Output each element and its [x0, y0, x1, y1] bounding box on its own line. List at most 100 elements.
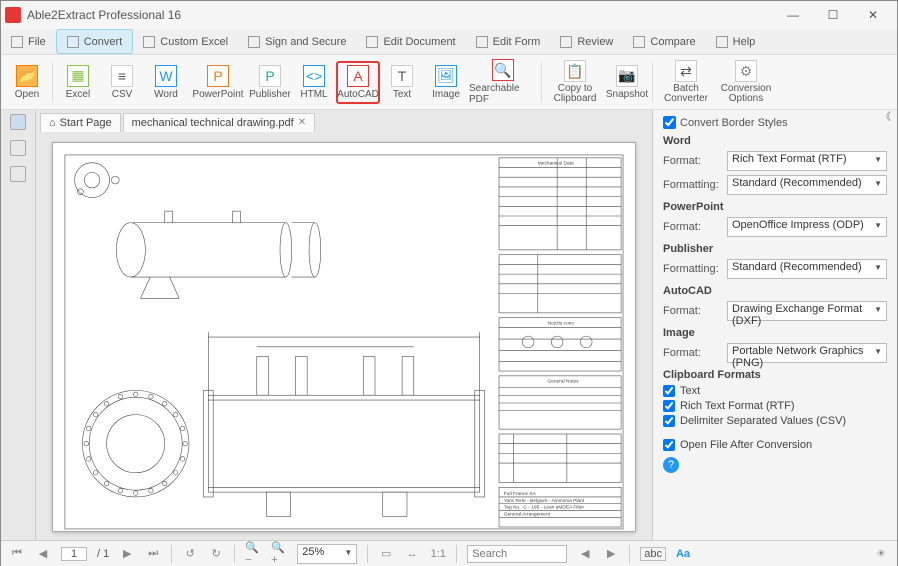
whole-word-button[interactable]: abc	[640, 547, 666, 561]
clipboard-icon: 📋	[564, 60, 586, 82]
thumbnails-icon[interactable]	[10, 114, 26, 130]
page-total: / 1	[97, 548, 109, 560]
section-powerpoint: PowerPoint	[663, 201, 887, 213]
theme-button[interactable]: ☀	[873, 546, 889, 562]
section-word: Word	[663, 135, 887, 147]
convert-borders-checkbox[interactable]	[663, 116, 676, 129]
close-button[interactable]: ✕	[853, 3, 893, 27]
html-icon: <>	[303, 65, 325, 87]
svg-text:Full France SA: Full France SA	[504, 491, 537, 497]
left-rail	[1, 110, 36, 540]
page-1: Mechanical Data Nozzle conn	[52, 142, 636, 532]
technical-drawing: Mechanical Data Nozzle conn	[63, 153, 625, 531]
csv-icon: ≡	[111, 65, 133, 87]
section-image: Image	[663, 327, 887, 339]
svg-text:Tag No.: G - 195 - Lean aMDEA: Tag No.: G - 195 - Lean aMDEA Filter	[504, 505, 585, 511]
home-icon: ⌂	[49, 117, 56, 129]
word-formatting-select[interactable]: Standard (Recommended)	[727, 175, 887, 195]
close-icon[interactable]: ✕	[298, 117, 306, 128]
excel-button[interactable]: ▦Excel	[56, 62, 100, 103]
menubar: File Convert Custom Excel Sign and Secur…	[1, 29, 897, 55]
actual-size-button[interactable]: 1:1	[430, 546, 446, 562]
bookmarks-icon[interactable]	[10, 140, 26, 156]
csv-button[interactable]: ≡CSV	[100, 62, 144, 103]
section-clipboard: Clipboard Formats	[663, 369, 887, 381]
menu-edit-document[interactable]: Edit Document	[356, 29, 465, 54]
toolbar: 📂Open ▦Excel ≡CSV WWord PPowerPoint PPub…	[1, 55, 897, 110]
options-button[interactable]: ⚙Conversion Options	[716, 57, 776, 107]
menu-sign-secure[interactable]: Sign and Secure	[238, 29, 356, 54]
menu-help[interactable]: Help	[706, 29, 766, 54]
document-canvas[interactable]: Mechanical Data Nozzle conn	[36, 134, 652, 540]
zoom-out-button[interactable]: 🔍−	[245, 546, 261, 562]
publisher-formatting-select[interactable]: Standard (Recommended)	[727, 259, 887, 279]
clip-csv-checkbox[interactable]	[663, 415, 675, 427]
menu-review[interactable]: Review	[550, 29, 623, 54]
menu-file[interactable]: File	[1, 29, 56, 54]
autocad-icon: A	[347, 65, 369, 87]
clip-rtf-checkbox[interactable]	[663, 400, 675, 412]
section-autocad: AutoCAD	[663, 285, 887, 297]
copy-clipboard-button[interactable]: 📋Copy to Clipboard	[545, 57, 605, 107]
open-button[interactable]: 📂Open	[5, 62, 49, 103]
gear-icon: ⚙	[735, 60, 757, 82]
svg-text:Nozzle conn: Nozzle conn	[547, 321, 574, 327]
svg-text:General Arrangement: General Arrangement	[504, 511, 551, 517]
conversion-options-panel: Convert Border Styles Word Format:Rich T…	[652, 110, 897, 540]
fit-page-button[interactable]: ▭	[378, 546, 394, 562]
minimize-button[interactable]: ―	[773, 3, 813, 27]
search-prev-button[interactable]: ◀	[577, 546, 593, 562]
fit-width-button[interactable]: ↔	[404, 546, 420, 562]
prev-page-button[interactable]: ◀	[35, 546, 51, 562]
folder-icon: 📂	[16, 65, 38, 87]
text-button[interactable]: TText	[380, 62, 424, 103]
match-case-button[interactable]: Aa	[676, 548, 690, 560]
batch-icon: ⇄	[675, 60, 697, 82]
search-input[interactable]	[467, 545, 567, 563]
first-page-button[interactable]: ⏮	[9, 546, 25, 562]
image-format-select[interactable]: Portable Network Graphics (PNG)	[727, 343, 887, 363]
panel-collapse-icon[interactable]: 《	[881, 108, 891, 123]
searchable-pdf-button[interactable]: 🔍Searchable PDF	[468, 56, 538, 108]
last-page-button[interactable]: ⏭	[145, 546, 161, 562]
batch-button[interactable]: ⇄Batch Converter	[656, 57, 716, 107]
ppt-format-select[interactable]: OpenOffice Impress (ODP)	[727, 217, 887, 237]
snapshot-button[interactable]: 📷Snapshot	[605, 62, 649, 103]
app-title: Able2Extract Professional 16	[27, 8, 181, 22]
pdf-search-icon: 🔍	[492, 59, 514, 81]
html-button[interactable]: <>HTML	[292, 62, 336, 103]
search-next-button[interactable]: ▶	[603, 546, 619, 562]
autocad-button[interactable]: AAutoCAD	[336, 61, 380, 104]
word-button[interactable]: WWord	[144, 62, 188, 103]
tab-document[interactable]: mechanical technical drawing.pdf✕	[123, 113, 315, 132]
clip-text-checkbox[interactable]	[663, 385, 675, 397]
word-icon: W	[155, 65, 177, 87]
image-button[interactable]: 🖼Image	[424, 62, 468, 103]
rotate-cw-button[interactable]: ↻	[208, 546, 224, 562]
section-publisher: Publisher	[663, 243, 887, 255]
publisher-icon: P	[259, 65, 281, 87]
svg-text:General Notes: General Notes	[547, 379, 579, 385]
menu-convert[interactable]: Convert	[56, 29, 134, 54]
tab-start-page[interactable]: ⌂Start Page	[40, 113, 121, 132]
attachments-icon[interactable]	[10, 166, 26, 182]
ppt-icon: P	[207, 65, 229, 87]
maximize-button[interactable]: ☐	[813, 3, 853, 27]
camera-icon: 📷	[616, 65, 638, 87]
menu-custom-excel[interactable]: Custom Excel	[133, 29, 238, 54]
open-after-checkbox[interactable]	[663, 439, 675, 451]
next-page-button[interactable]: ▶	[119, 546, 135, 562]
autocad-format-select[interactable]: Drawing Exchange Format (DXF)	[727, 301, 887, 321]
help-icon[interactable]: ?	[663, 457, 679, 473]
svg-text:Yara Terte - Belgium - Ammonia: Yara Terte - Belgium - Ammonia Plant	[504, 498, 585, 504]
table-header: Mechanical Data	[538, 161, 574, 167]
page-input[interactable]: 1	[61, 547, 87, 561]
publisher-button[interactable]: PPublisher	[248, 62, 292, 103]
menu-edit-form[interactable]: Edit Form	[466, 29, 551, 54]
menu-compare[interactable]: Compare	[623, 29, 705, 54]
powerpoint-button[interactable]: PPowerPoint	[188, 62, 248, 103]
word-format-select[interactable]: Rich Text Format (RTF)	[727, 151, 887, 171]
rotate-ccw-button[interactable]: ↺	[182, 546, 198, 562]
zoom-select[interactable]: 25%	[297, 544, 357, 564]
zoom-in-button[interactable]: 🔍+	[271, 546, 287, 562]
